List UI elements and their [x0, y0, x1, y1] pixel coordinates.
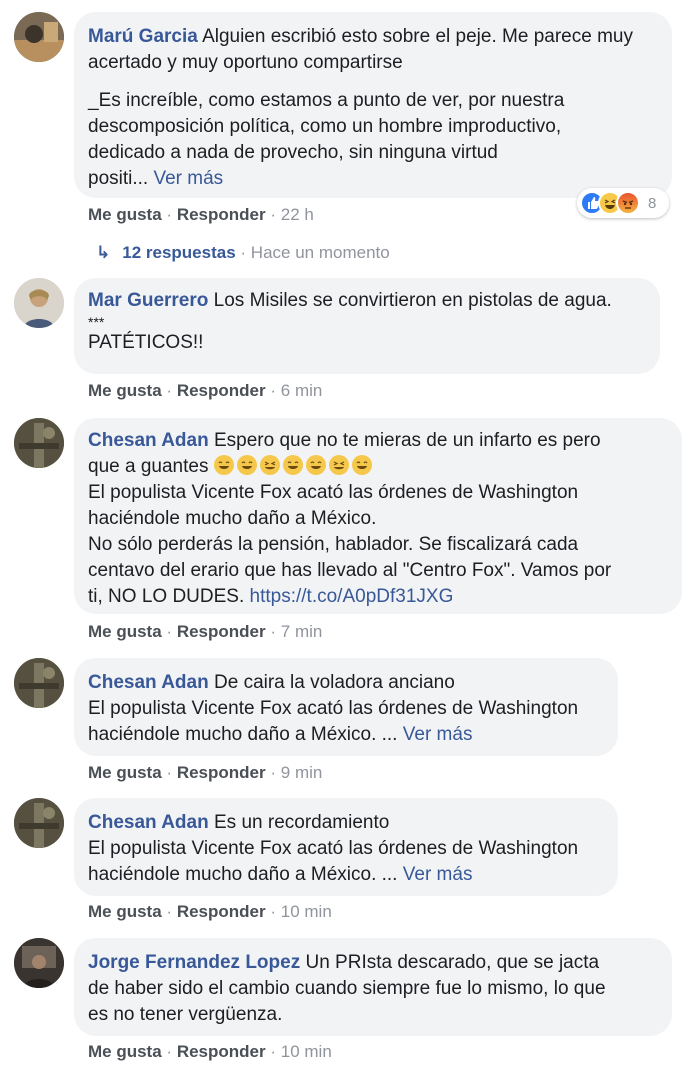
avatar[interactable]	[14, 798, 64, 848]
comment-author[interactable]: Chesan Adan	[88, 430, 209, 451]
laughing-emoji-icon	[213, 455, 234, 475]
comment-text-line: descomposición política, como un hombre …	[88, 116, 562, 137]
comment-author[interactable]: Mar Guerrero	[88, 290, 208, 311]
like-button[interactable]: Me gusta	[88, 1042, 162, 1061]
separator: ·	[166, 622, 173, 641]
comment-bubble: Jorge Fernandez Lopez Un PRIsta descarad…	[74, 938, 672, 1036]
avatar[interactable]	[14, 938, 64, 988]
comment-text-line: _Es increíble, como estamos a punto de v…	[88, 90, 565, 111]
see-more-link[interactable]: Ver más	[403, 724, 473, 745]
comment-text: que a guantes	[88, 456, 209, 477]
reply-button[interactable]: Responder	[177, 622, 266, 641]
comment-text-line: centavo del erario que has llevado al "C…	[88, 560, 612, 581]
comment-text: Un PRIsta descarado, que se jacta	[305, 952, 600, 973]
avatar[interactable]	[14, 418, 64, 468]
comment-text-line: No sólo perderás la pensión, hablador. S…	[88, 534, 579, 555]
comment-timestamp[interactable]: 22 h	[281, 205, 314, 224]
comment-text-line: El populista Vicente Fox acató las órden…	[88, 838, 579, 859]
like-button[interactable]: Me gusta	[88, 205, 162, 224]
separator: ·	[270, 381, 277, 400]
laughing-emoji-icon	[305, 455, 326, 475]
separator: ·	[240, 243, 247, 262]
comment-timestamp[interactable]: 7 min	[281, 622, 323, 641]
comment-bubble: Chesan Adan Es un recordamiento El popul…	[74, 798, 618, 896]
comment-author[interactable]: Jorge Fernandez Lopez	[88, 952, 300, 973]
comment-author[interactable]: Chesan Adan	[88, 672, 209, 693]
comment-author[interactable]: Marú Garcia	[88, 26, 198, 47]
comment-timestamp[interactable]: 10 min	[281, 1042, 332, 1061]
comment-author[interactable]: Chesan Adan	[88, 812, 209, 833]
comment-actions: Me gusta · Responder · 9 min	[88, 762, 322, 784]
comment-text-line: El populista Vicente Fox acató las órden…	[88, 698, 579, 719]
reactions-summary[interactable]: 8	[577, 188, 669, 218]
laughing-emoji-icon	[328, 455, 349, 475]
separator: ·	[166, 381, 173, 400]
see-more-link[interactable]: Ver más	[153, 168, 223, 189]
comment-actions: Me gusta · Responder · 10 min	[88, 1041, 332, 1063]
comment-bubble: Mar Guerrero Los Misiles se convirtieron…	[74, 278, 660, 374]
avatar[interactable]	[14, 278, 64, 328]
laughing-emoji-icon	[282, 455, 303, 475]
laughing-emoji-icon	[259, 455, 280, 475]
comment-text-line: haciéndole mucho daño a México. ...	[88, 724, 398, 745]
comment-text-line: de haber sido el cambio cuando siempre f…	[88, 978, 606, 999]
laughing-emoji-icon	[236, 455, 257, 475]
comment-text-line: ti, NO LO DUDES.	[88, 586, 245, 607]
comment-timestamp[interactable]: 10 min	[281, 902, 332, 921]
reply-button[interactable]: Responder	[177, 1042, 266, 1061]
comment-timestamp[interactable]: 6 min	[281, 381, 323, 400]
comment-text: Es un recordamiento	[214, 812, 390, 833]
comment-text: ***	[88, 314, 105, 330]
comment-bubble: Chesan Adan Espero que no te mieras de u…	[74, 418, 682, 614]
separator: ·	[270, 205, 277, 224]
view-replies-link[interactable]: ↳ 12 respuestas · Hace un momento	[96, 242, 390, 264]
separator: ·	[270, 763, 277, 782]
avatar[interactable]	[14, 658, 64, 708]
like-button[interactable]: Me gusta	[88, 902, 162, 921]
comment-timestamp[interactable]: 9 min	[281, 763, 323, 782]
reply-button[interactable]: Responder	[177, 205, 266, 224]
see-more-link[interactable]: Ver más	[403, 864, 473, 885]
separator: ·	[166, 902, 173, 921]
separator: ·	[270, 1042, 277, 1061]
separator: ·	[166, 205, 173, 224]
comment-text-line: dedicado a nada de provecho, sin ninguna…	[88, 142, 498, 163]
comment-text: Los Misiles se convirtieron en pistolas …	[213, 290, 612, 311]
laughing-emoji-icon	[351, 455, 372, 475]
comment-actions: Me gusta · Responder · 22 h	[88, 204, 314, 226]
comment-bubble: Marú Garcia Alguien escribió esto sobre …	[74, 12, 672, 198]
like-button[interactable]: Me gusta	[88, 763, 162, 782]
comment-text-line: El populista Vicente Fox acató las órden…	[88, 482, 579, 503]
separator: ·	[270, 622, 277, 641]
replies-count[interactable]: 12 respuestas	[122, 243, 235, 262]
comment-actions: Me gusta · Responder · 10 min	[88, 901, 332, 923]
reply-button[interactable]: Responder	[177, 763, 266, 782]
like-button[interactable]: Me gusta	[88, 622, 162, 641]
reaction-count: 8	[648, 194, 657, 212]
like-button[interactable]: Me gusta	[88, 381, 162, 400]
avatar[interactable]	[14, 12, 64, 62]
replies-timestamp: Hace un momento	[250, 243, 390, 262]
comment-text: PATÉTICOS!!	[88, 332, 204, 353]
comment-text: Espero que no te mieras de un infarto es…	[214, 430, 601, 451]
comment-bubble: Chesan Adan De caira la voladora anciano…	[74, 658, 618, 756]
comment-actions: Me gusta · Responder · 6 min	[88, 380, 322, 402]
separator: ·	[270, 902, 277, 921]
reply-button[interactable]: Responder	[177, 381, 266, 400]
comment-link[interactable]: https://t.co/A0pDf31JXG	[250, 586, 454, 607]
reply-arrow-icon: ↳	[96, 243, 111, 262]
angry-reaction-icon	[616, 191, 640, 215]
reply-button[interactable]: Responder	[177, 902, 266, 921]
separator: ·	[166, 1042, 173, 1061]
comment-actions: Me gusta · Responder · 7 min	[88, 621, 322, 643]
comment-text-line: positi...	[88, 168, 149, 189]
comment-text-line: haciéndole mucho daño a México.	[88, 508, 377, 529]
comment-text-line: es no tener vergüenza.	[88, 1004, 283, 1025]
comment-text-line: haciéndole mucho daño a México. ...	[88, 864, 398, 885]
comment-text: De caira la voladora anciano	[214, 672, 455, 693]
separator: ·	[166, 763, 173, 782]
